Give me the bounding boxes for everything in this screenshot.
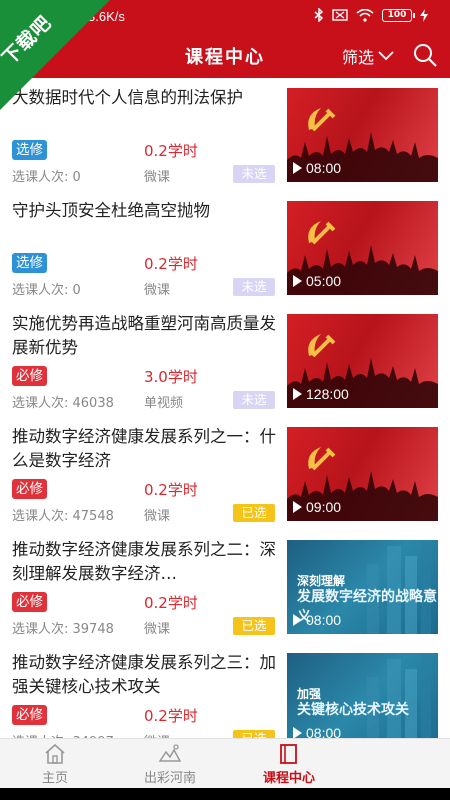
video-duration: 08:00: [293, 725, 341, 738]
duration-text: 08:00: [306, 160, 342, 176]
course-type-badge: 选修: [12, 253, 47, 273]
selection-status-badge: 未选: [233, 391, 275, 409]
duration-text: 09:00: [306, 499, 342, 515]
tab-course-center[interactable]: 课程中心: [244, 743, 334, 786]
search-icon[interactable]: [412, 42, 438, 68]
enrollment-count: 选课人次: 47548: [12, 509, 114, 524]
enrollment-count: 选课人次: 39748: [12, 622, 114, 637]
course-thumbnail[interactable]: 09:00: [287, 427, 438, 521]
video-duration: 05:00: [293, 273, 341, 289]
play-icon: [293, 388, 302, 400]
book-icon: [280, 744, 297, 764]
video-duration: 09:00: [293, 499, 341, 515]
selection-status-badge: 已选: [233, 730, 275, 738]
selection-status-badge: 已选: [233, 617, 275, 635]
play-icon: [293, 727, 302, 738]
course-item[interactable]: 实施优势再造战略重塑河南高质量发展新优势 必修 3.0学时 选课人次: 4603…: [0, 310, 450, 423]
course-format: 微课: [144, 170, 171, 185]
selection-status-badge: 未选: [233, 278, 275, 296]
course-format: 微课: [144, 731, 170, 738]
course-format: 微课: [144, 283, 171, 298]
tab-home-label: 主页: [41, 771, 68, 786]
course-type-badge: 选修: [12, 140, 47, 160]
course-thumbnail[interactable]: 08:00: [287, 88, 438, 182]
status-icons: 100: [314, 8, 428, 22]
tab-course-center-label: 课程中心: [262, 771, 315, 786]
course-type-badge: 必修: [12, 479, 47, 499]
enrollment-count: 选课人次: 0: [12, 170, 81, 185]
duration-text: 128:00: [306, 386, 349, 402]
course-type-badge: 必修: [12, 705, 47, 725]
thumb-caption-main: 关键核心技术攻关: [297, 702, 409, 718]
filter-button[interactable]: 筛选: [342, 44, 394, 68]
system-nav-bar: [0, 788, 450, 800]
video-duration: 08:00: [293, 612, 341, 628]
course-thumbnail[interactable]: 05:00: [287, 201, 438, 295]
duration-text: 05:00: [306, 273, 342, 289]
play-icon: [293, 501, 302, 513]
course-thumbnail[interactable]: 加强 关键核心技术攻关 08:00: [287, 653, 438, 738]
video-duration: 128:00: [293, 386, 349, 402]
play-icon: [293, 614, 302, 626]
enrollment-count: 选课人次: 34997: [12, 731, 114, 738]
course-format: 微课: [144, 622, 171, 637]
course-item[interactable]: 推动数字经济健康发展系列之二：深刻理解发展数字经济… 必修 0.2学时 选课人次…: [0, 536, 450, 649]
chevron-down-icon: [378, 51, 394, 61]
course-hours: 0.2学时: [144, 707, 198, 725]
duration-text: 08:00: [306, 725, 342, 738]
course-type-badge: 必修: [12, 366, 47, 386]
enrollment-count: 选课人次: 46038: [12, 396, 114, 411]
tab-henan-label: 出彩河南: [143, 771, 196, 786]
course-hours: 0.2学时: [144, 142, 198, 160]
home-icon: [45, 743, 65, 764]
selection-status-badge: 未选: [233, 165, 275, 183]
play-icon: [293, 275, 302, 287]
play-icon: [293, 162, 302, 174]
wifi-icon: [356, 8, 374, 22]
course-title[interactable]: 推动数字经济健康发展系列之二：深刻理解发展数字经济…: [12, 538, 280, 586]
sim-icon: [332, 9, 348, 21]
course-type-badge: 必修: [12, 592, 47, 612]
course-hours: 0.2学时: [144, 255, 198, 273]
course-item[interactable]: 守护头顶安全杜绝高空抛物 选修 0.2学时 选课人次: 0 微课 未选 05:0…: [0, 197, 450, 310]
scenery-icon: [158, 744, 182, 762]
course-format: 微课: [144, 509, 171, 524]
course-item[interactable]: 推动数字经济健康发展系列之一：什么是数字经济 必修 0.2学时 选课人次: 47…: [0, 423, 450, 536]
tab-henan[interactable]: 出彩河南: [125, 743, 215, 786]
course-thumbnail[interactable]: 深刻理解 发展数字经济的战略意义 08:00: [287, 540, 438, 634]
course-title[interactable]: 守护头顶安全杜绝高空抛物: [12, 199, 280, 247]
duration-text: 08:00: [306, 612, 342, 628]
course-thumbnail[interactable]: 128:00: [287, 314, 438, 408]
filter-label: 筛选: [341, 48, 374, 67]
course-format: 单视频: [144, 396, 184, 411]
course-hours: 0.2学时: [144, 481, 198, 499]
enrollment-count: 选课人次: 0: [12, 283, 81, 298]
course-item[interactable]: 推动数字经济健康发展系列之三：加强关键核心技术攻关 必修 0.2学时 选课人次:…: [0, 649, 450, 738]
video-duration: 08:00: [293, 160, 341, 176]
tab-home[interactable]: 主页: [10, 743, 100, 786]
charging-icon: [420, 8, 428, 22]
course-title[interactable]: 实施优势再造战略重塑河南高质量发展新优势: [12, 312, 280, 360]
course-list: 大数据时代个人信息的刑法保护 选修 0.2学时 选课人次: 0 微课 未选 08…: [0, 84, 450, 738]
selection-status-badge: 已选: [233, 504, 275, 522]
course-hours: 3.0学时: [144, 368, 198, 386]
battery-icon: 100: [382, 8, 415, 22]
bottom-tab-bar: 主页 出彩河南 课程中心: [0, 738, 450, 788]
course-title[interactable]: 推动数字经济健康发展系列之一：什么是数字经济: [12, 425, 280, 473]
bluetooth-icon: [314, 8, 324, 22]
course-title[interactable]: 推动数字经济健康发展系列之三：加强关键核心技术攻关: [12, 651, 280, 699]
course-hours: 0.2学时: [144, 594, 198, 612]
